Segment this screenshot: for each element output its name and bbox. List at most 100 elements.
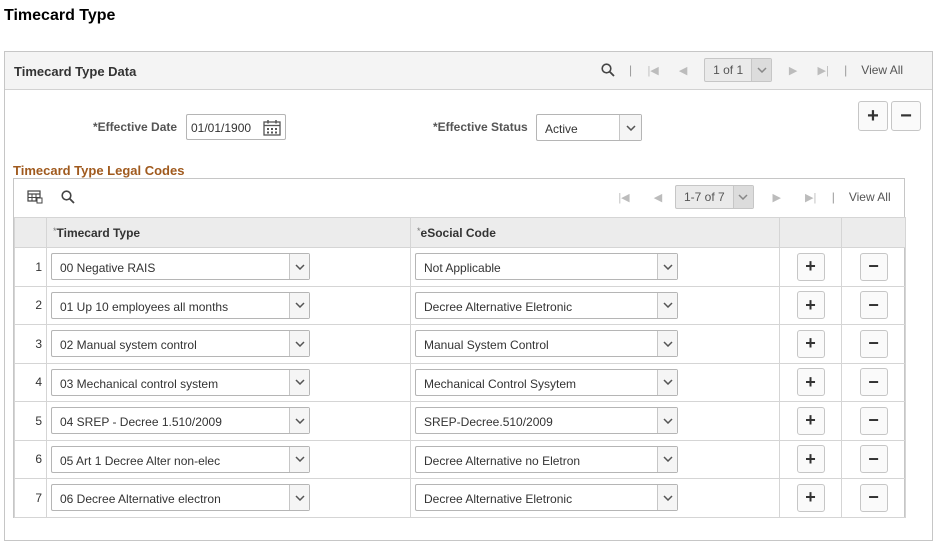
panel-nav: | |◀ ◀ 1 of 1 ▶ ▶| | View All <box>597 58 903 82</box>
esocial-code-cell: SREP-Decree.510/2009 <box>410 401 780 441</box>
first-page-icon[interactable]: |◀ <box>642 64 664 77</box>
timecard-type-select[interactable]: 04 SREP - Decree 1.510/2009 <box>51 407 310 435</box>
personalize-grid-icon[interactable] <box>27 190 43 207</box>
calendar-icon[interactable] <box>263 119 281 136</box>
delete-row-button[interactable]: − <box>859 368 888 397</box>
esocial-code-value: Not Applicable <box>424 261 501 276</box>
table-row: 2 01 Up 10 employees all months Decree A… <box>14 285 906 325</box>
row-number: 3 <box>14 324 47 364</box>
effective-date-value: 01/01/1900 <box>191 121 252 135</box>
effective-date-label: *Effective Date <box>93 120 178 134</box>
grid-pager[interactable]: 1-7 of 7 <box>675 185 754 209</box>
delete-row-button[interactable]: − <box>859 483 888 512</box>
esocial-code-value: Manual System Control <box>424 338 549 353</box>
column-header-num <box>14 217 47 248</box>
separator: | <box>844 63 848 77</box>
view-all-link[interactable]: View All <box>849 190 891 204</box>
delete-row-button[interactable]: − <box>859 445 888 474</box>
esocial-code-select[interactable]: Not Applicable <box>415 253 678 281</box>
effective-status-select[interactable]: Active <box>536 114 642 141</box>
chevron-down-icon <box>657 408 677 434</box>
esocial-code-value: Decree Alternative Eletronic <box>424 492 573 507</box>
previous-page-icon[interactable]: ◀ <box>672 64 694 77</box>
add-row-button[interactable]: + <box>796 406 825 435</box>
add-row-button[interactable]: + <box>796 445 825 474</box>
timecard-type-cell: 04 SREP - Decree 1.510/2009 <box>46 401 411 441</box>
timecard-type-select[interactable]: 05 Art 1 Decree Alter non-elec <box>51 445 310 473</box>
add-cell: + <box>779 478 842 518</box>
grid-nav: |◀ ◀ 1-7 of 7 ▶ ▶| | View All <box>613 185 891 209</box>
last-page-icon[interactable]: ▶| <box>800 191 822 204</box>
delete-row-button[interactable]: − <box>859 406 888 435</box>
add-cell: + <box>779 439 842 479</box>
legal-codes-table: *Timecard Type *eSocial Code 1 00 Negati… <box>14 217 906 518</box>
column-header-esocial-code[interactable]: *eSocial Code <box>410 217 780 248</box>
esocial-code-select[interactable]: SREP-Decree.510/2009 <box>415 407 678 435</box>
column-header-add <box>779 217 842 248</box>
chevron-down-icon[interactable] <box>732 186 753 208</box>
delete-row-button[interactable]: − <box>859 291 888 320</box>
chevron-down-icon <box>289 485 309 511</box>
esocial-code-select[interactable]: Decree Alternative Eletronic <box>415 484 678 512</box>
table-row: 3 02 Manual system control Manual System… <box>14 324 906 364</box>
row-pager[interactable]: 1 of 1 <box>704 58 773 82</box>
panel-header: Timecard Type Data | |◀ ◀ 1 of 1 ▶ ▶| | … <box>5 52 932 90</box>
timecard-type-select[interactable]: 03 Mechanical control system <box>51 368 310 396</box>
chevron-down-icon <box>289 331 309 357</box>
esocial-code-select[interactable]: Decree Alternative Eletronic <box>415 291 678 319</box>
effective-status-value: Active <box>545 122 578 136</box>
delete-row-button[interactable]: − <box>859 252 888 281</box>
add-row-button[interactable]: + <box>796 329 825 358</box>
row-number: 7 <box>14 478 47 518</box>
esocial-code-select[interactable]: Decree Alternative no Eletron <box>415 445 678 473</box>
search-icon[interactable] <box>597 63 619 77</box>
delete-cell: − <box>841 324 906 364</box>
esocial-code-value: SREP-Decree.510/2009 <box>424 415 553 430</box>
grid-toolbar: |◀ ◀ 1-7 of 7 ▶ ▶| | View All <box>14 179 904 217</box>
esocial-code-value: Decree Alternative Eletronic <box>424 299 573 314</box>
table-row: 4 03 Mechanical control system Mechanica… <box>14 362 906 402</box>
separator: | <box>629 63 633 77</box>
first-page-icon[interactable]: |◀ <box>613 191 635 204</box>
add-cell: + <box>779 324 842 364</box>
previous-page-icon[interactable]: ◀ <box>647 191 669 204</box>
add-row-button[interactable]: + <box>796 368 825 397</box>
delete-cell: − <box>841 362 906 402</box>
add-row-button[interactable]: + <box>858 101 888 131</box>
effective-date-field[interactable]: 01/01/1900 <box>186 114 286 140</box>
chevron-down-icon <box>657 331 677 357</box>
timecard-type-select[interactable]: 02 Manual system control <box>51 330 310 358</box>
esocial-code-cell: Mechanical Control Sysytem <box>410 362 780 402</box>
timecard-type-value: 00 Negative RAIS <box>60 261 156 276</box>
esocial-code-cell: Not Applicable <box>410 247 780 287</box>
pager-text: 1 of 1 <box>713 63 744 77</box>
esocial-code-cell: Decree Alternative Eletronic <box>410 285 780 325</box>
table-row: 1 00 Negative RAIS Not Applicable + − <box>14 247 906 287</box>
esocial-code-select[interactable]: Mechanical Control Sysytem <box>415 368 678 396</box>
timecard-type-select[interactable]: 01 Up 10 employees all months <box>51 291 310 319</box>
delete-row-button[interactable]: − <box>891 101 921 131</box>
esocial-code-select[interactable]: Manual System Control <box>415 330 678 358</box>
timecard-type-value: 03 Mechanical control system <box>60 376 219 391</box>
timecard-type-select[interactable]: 00 Negative RAIS <box>51 253 310 281</box>
last-page-icon[interactable]: ▶| <box>812 64 834 77</box>
chevron-down-icon <box>657 292 677 318</box>
add-row-button[interactable]: + <box>796 291 825 320</box>
next-page-icon[interactable]: ▶ <box>782 64 804 77</box>
chevron-down-icon <box>289 254 309 280</box>
search-icon[interactable] <box>61 190 75 207</box>
grid-pager-text: 1-7 of 7 <box>684 190 725 204</box>
add-cell: + <box>779 362 842 402</box>
next-page-icon[interactable]: ▶ <box>766 191 788 204</box>
delete-row-button[interactable]: − <box>859 329 888 358</box>
table-row: 7 06 Decree Alternative electron Decree … <box>14 478 906 518</box>
timecard-type-cell: 01 Up 10 employees all months <box>46 285 411 325</box>
add-row-button[interactable]: + <box>796 483 825 512</box>
add-row-button[interactable]: + <box>796 252 825 281</box>
esocial-code-cell: Decree Alternative no Eletron <box>410 439 780 479</box>
view-all-link[interactable]: View All <box>861 63 903 77</box>
chevron-down-icon[interactable] <box>751 59 772 81</box>
timecard-type-select[interactable]: 06 Decree Alternative electron <box>51 484 310 512</box>
column-header-timecard-type[interactable]: *Timecard Type <box>46 217 411 248</box>
table-row: 5 04 SREP - Decree 1.510/2009 SREP-Decre… <box>14 401 906 441</box>
